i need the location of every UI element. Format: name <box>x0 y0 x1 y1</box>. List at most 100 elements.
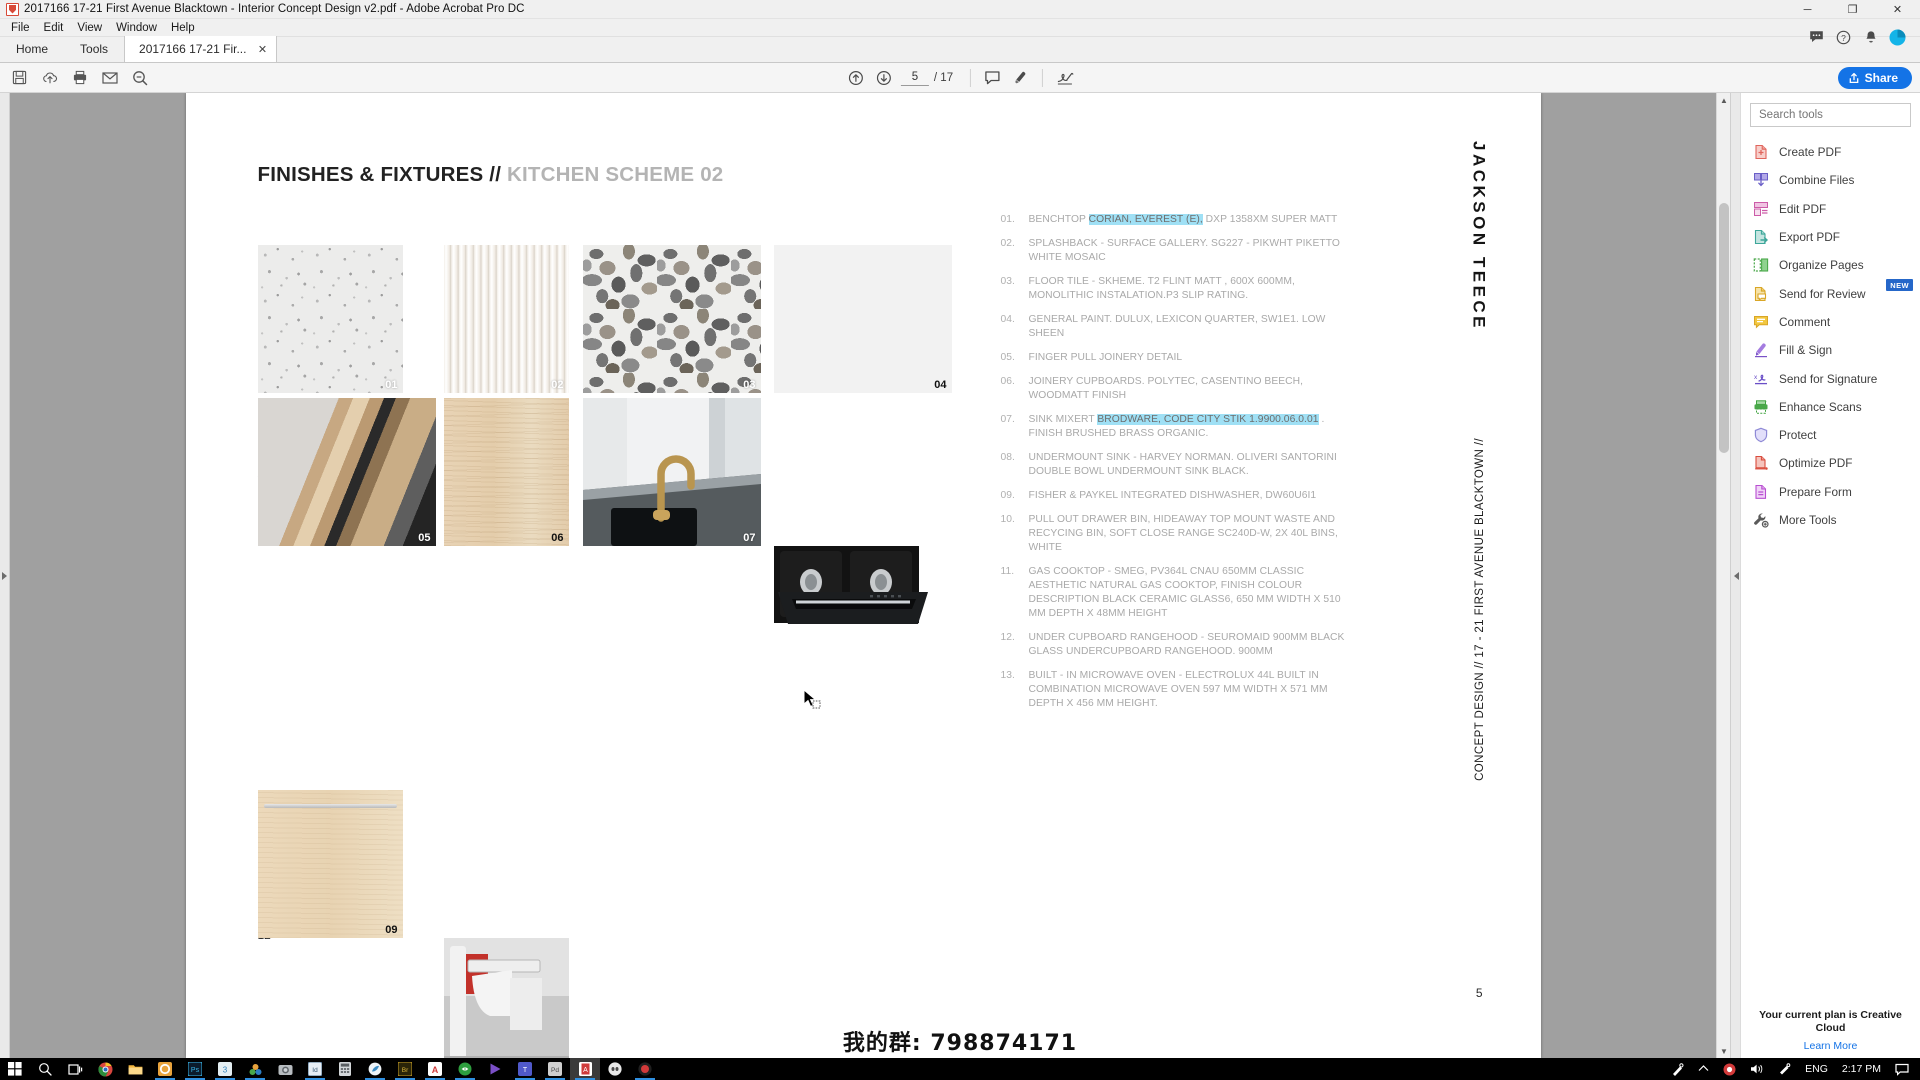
minimize-button[interactable]: ─ <box>1785 0 1830 19</box>
revit-taskbar-icon[interactable] <box>240 1058 270 1080</box>
highlighter-icon[interactable] <box>1008 66 1033 90</box>
windows-start-icon[interactable] <box>0 1058 30 1080</box>
bluebeam-taskbar-icon[interactable] <box>360 1058 390 1080</box>
swatch-06[interactable]: 06 <box>443 398 569 546</box>
signature-icon[interactable] <box>1052 66 1077 90</box>
scroll-up-icon[interactable]: ▲ <box>1717 93 1731 107</box>
chrome-taskbar-icon[interactable] <box>90 1058 120 1080</box>
swatch-12[interactable] <box>774 590 932 626</box>
tool-organize-pages[interactable]: Organize Pages <box>1741 251 1920 279</box>
sketchup-taskbar-icon[interactable]: 3 <box>210 1058 240 1080</box>
document-vertical-scrollbar[interactable]: ▲ ▼ <box>1716 93 1730 1058</box>
document-viewport[interactable]: FINISHES & FIXTURES // KITCHEN SCHEME 02… <box>10 93 1716 1058</box>
acrobat-taskbar-icon[interactable]: A <box>570 1058 600 1080</box>
mediaplayer-taskbar-icon[interactable] <box>480 1058 510 1080</box>
tool-combine-files[interactable]: Combine Files <box>1741 166 1920 194</box>
swatch-02[interactable]: 02 <box>443 245 569 393</box>
swatch-01[interactable]: 01 <box>257 245 403 393</box>
teams-taskbar-icon[interactable]: T <box>510 1058 540 1080</box>
menu-help[interactable]: Help <box>164 21 202 35</box>
swatch-07[interactable]: 07 <box>582 398 761 546</box>
tool-more-tools[interactable]: More Tools <box>1741 506 1920 534</box>
tool-edit-pdf[interactable]: Edit PDF <box>1741 195 1920 223</box>
bell-icon[interactable] <box>1858 25 1883 49</box>
swatch-03[interactable]: 03 <box>582 245 761 393</box>
tool-fill-and-sign[interactable]: Fill & Sign <box>1741 336 1920 364</box>
scrollbar-thumb[interactable] <box>1719 203 1729 453</box>
share-button[interactable]: Share <box>1837 66 1912 89</box>
tool-protect[interactable]: Protect <box>1741 421 1920 449</box>
comment-icon[interactable] <box>980 66 1005 90</box>
email-icon[interactable] <box>97 66 122 90</box>
spec-item: 09. FISHER & PAYKEL INTEGRATED DISHWASHER… <box>1001 489 1356 503</box>
language-indicator[interactable]: ENG <box>1798 1058 1835 1080</box>
collapse-right-panel-icon[interactable] <box>1734 571 1739 580</box>
save-icon[interactable] <box>7 66 32 90</box>
swatch-number: 07 <box>743 532 756 544</box>
tool-create-pdf[interactable]: Create PDF <box>1741 138 1920 166</box>
camera-taskbar-icon[interactable] <box>270 1058 300 1080</box>
network-icon[interactable] <box>1771 1058 1798 1080</box>
toolbar-divider <box>970 68 972 87</box>
file-explorer-taskbar-icon[interactable] <box>120 1058 150 1080</box>
print-icon[interactable] <box>67 66 92 90</box>
taskbar-search-icon[interactable] <box>30 1058 60 1080</box>
tool-send-for-signature[interactable]: x Send for Signature <box>1741 364 1920 392</box>
menu-bar: File Edit View Window Help <box>0 19 1920 37</box>
close-button[interactable]: ✕ <box>1875 0 1920 19</box>
clock[interactable]: 2:17 PM <box>1835 1058 1888 1080</box>
swatch-04[interactable]: 04 <box>773 245 952 393</box>
recording-indicator-icon[interactable] <box>1716 1058 1743 1080</box>
teamviewer-taskbar-icon[interactable] <box>450 1058 480 1080</box>
show-hidden-icons-icon[interactable] <box>1691 1058 1716 1080</box>
upload-cloud-icon[interactable] <box>37 66 62 90</box>
calculator-taskbar-icon[interactable] <box>330 1058 360 1080</box>
help-circle-icon[interactable]: ? <box>1831 25 1856 49</box>
menu-edit[interactable]: Edit <box>37 21 71 35</box>
zoom-search-icon[interactable] <box>127 66 152 90</box>
maximize-button[interactable]: ❐ <box>1830 0 1875 19</box>
spec-item: 03. FLOOR TILE - SKHEME. T2 FLINT MATT , … <box>1001 275 1356 303</box>
arrow-down-circle-icon[interactable] <box>871 66 896 90</box>
tab-home[interactable]: Home <box>0 36 64 62</box>
swatch-09[interactable]: 09 <box>257 790 403 938</box>
menu-window[interactable]: Window <box>109 21 164 35</box>
recorder-taskbar-icon[interactable] <box>630 1058 660 1080</box>
expand-left-panel-icon[interactable] <box>2 571 7 580</box>
tool-optimize-pdf[interactable]: Optimize PDF <box>1741 449 1920 477</box>
pdfeditor-taskbar-icon[interactable]: Pd <box>540 1058 570 1080</box>
tab-document[interactable]: 2017166 17-21 Fir... ✕ <box>124 36 278 62</box>
office-taskbar-icon[interactable] <box>150 1058 180 1080</box>
autocad-taskbar-icon[interactable]: A <box>420 1058 450 1080</box>
close-icon[interactable]: ✕ <box>256 43 268 56</box>
photoshop-taskbar-icon[interactable]: Ps <box>180 1058 210 1080</box>
pen-tray-icon[interactable] <box>1664 1058 1691 1080</box>
chat-icon[interactable] <box>1804 25 1829 49</box>
tool-comment[interactable]: Comment <box>1741 308 1920 336</box>
swatch-10[interactable]: 10 <box>443 938 569 1058</box>
tool-enhance-scans[interactable]: Enhance Scans <box>1741 393 1920 421</box>
scroll-down-icon[interactable]: ▼ <box>1717 1044 1731 1058</box>
volume-icon[interactable] <box>1743 1058 1771 1080</box>
left-navigation-rail[interactable] <box>0 93 10 1058</box>
user-avatar-icon[interactable] <box>1885 25 1910 49</box>
search-tools-input[interactable] <box>1759 109 1902 121</box>
discord-taskbar-icon[interactable] <box>600 1058 630 1080</box>
notification-center-icon[interactable] <box>1888 1058 1916 1080</box>
learn-more-link[interactable]: Learn More <box>1804 1040 1858 1052</box>
swatch-05[interactable]: 05 <box>257 398 436 546</box>
right-navigation-rail[interactable] <box>1730 93 1740 1058</box>
menu-file[interactable]: File <box>4 21 37 35</box>
indesign-taskbar-icon[interactable]: Id <box>300 1058 330 1080</box>
tool-prepare-form[interactable]: Prepare Form <box>1741 478 1920 506</box>
tool-send-for-review[interactable]: Send for Review NEW <box>1741 279 1920 307</box>
bridge-taskbar-icon[interactable]: Br <box>390 1058 420 1080</box>
menu-view[interactable]: View <box>70 21 109 35</box>
page-number-input[interactable] <box>900 69 929 86</box>
search-tools-box[interactable] <box>1750 103 1911 127</box>
task-view-icon[interactable] <box>60 1058 90 1080</box>
svg-text:A: A <box>432 1065 439 1075</box>
tool-export-pdf[interactable]: Export PDF <box>1741 223 1920 251</box>
arrow-up-circle-icon[interactable] <box>843 66 868 90</box>
tab-tools[interactable]: Tools <box>64 36 124 62</box>
